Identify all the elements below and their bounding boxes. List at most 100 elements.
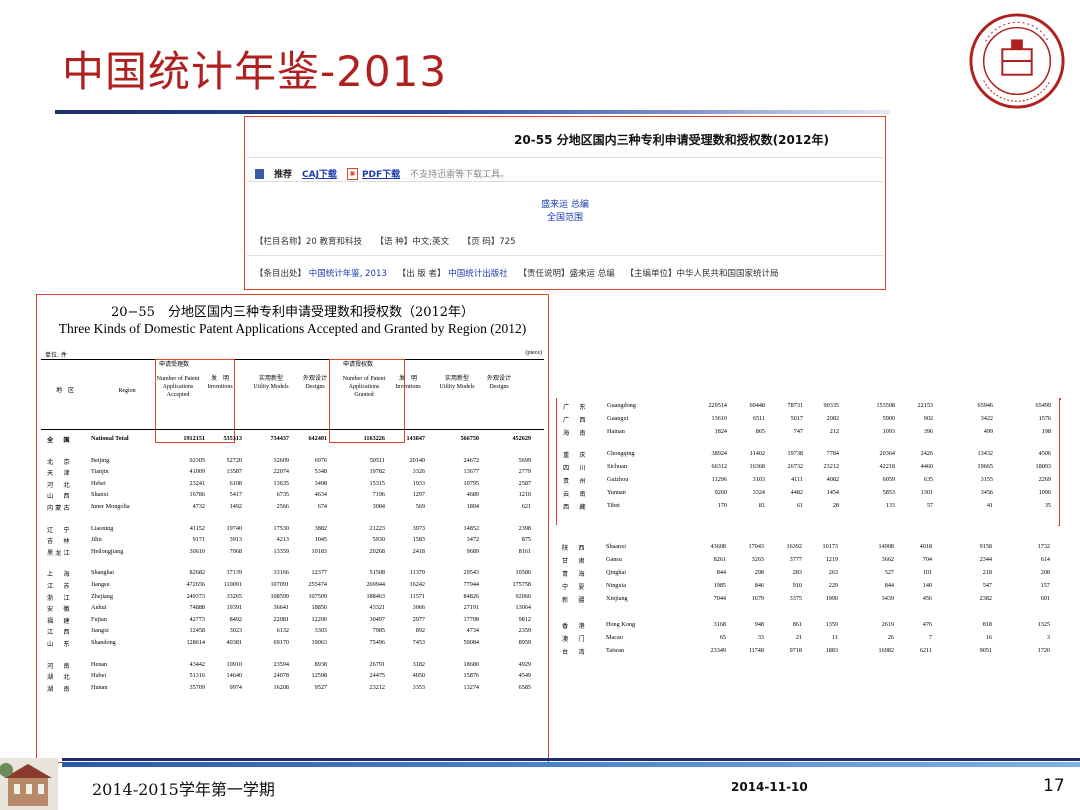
table-cell: 19063 — [311, 639, 327, 646]
region-en: Fujian — [91, 615, 107, 623]
scope-text[interactable]: 全国范围 — [245, 212, 885, 225]
region-en: Heilongjiang — [91, 547, 124, 555]
table-cell: 3456 — [980, 489, 993, 496]
table-row: 广 西 Guangxi 13610 6511 5017 2082 5900 902 3422 15… — [557, 415, 1059, 426]
table-cell: 635 — [923, 476, 933, 483]
region-en: Guangxi — [607, 415, 629, 422]
highlight-box-granted — [329, 359, 405, 443]
table-cell: 3326 — [412, 468, 425, 476]
table-cell: 3353 — [412, 683, 425, 691]
table-cell: 11 — [832, 634, 838, 641]
table-cell: 3472 — [466, 536, 479, 544]
region-en: Sichuan — [607, 463, 627, 470]
table-cell: 875 — [521, 536, 531, 544]
campus-photo-icon — [0, 758, 58, 810]
region-cn: 内蒙古 — [47, 505, 72, 512]
region-cn: 西 藏 — [563, 504, 588, 511]
table-cell: 4050 — [412, 672, 425, 680]
region-en: Hainan — [607, 428, 625, 435]
region-cn: 澳 门 — [562, 636, 587, 643]
table-cell: 16242 — [409, 581, 425, 588]
table-cell: 1583 — [412, 536, 425, 544]
patent-table-scan: 20−55 分地区国内三种专利申请受理数和授权数（2012年） Three Ki… — [36, 294, 549, 763]
table-cell: 10183 — [311, 547, 327, 555]
region-cn: 重 庆 — [563, 452, 588, 459]
table-cell: 2587 — [518, 479, 531, 487]
table-cell: 1096 — [1038, 489, 1051, 496]
table-cell: 3913 — [229, 536, 242, 544]
unit-label-en: (piece) — [525, 350, 542, 356]
meta-column: 【栏目名称】20 教育和科技 — [255, 237, 363, 247]
table-cell: 9527 — [314, 683, 327, 691]
table-cell: 101 — [922, 569, 932, 576]
table-cell: 547 — [982, 582, 992, 589]
region-cn: 海 南 — [563, 430, 588, 437]
region-cn: 北 京 — [47, 458, 72, 466]
meta-source-link[interactable]: 中国统计年鉴, 2013 — [309, 269, 387, 279]
table-cell: 456 — [922, 595, 932, 602]
table-cell: 3422 — [980, 415, 993, 422]
table-cell: 3023 — [229, 627, 242, 635]
meta-responsibility: 【责任说明】盛来运 总编 — [518, 269, 615, 279]
divider — [247, 255, 883, 256]
table-row: 江 苏 Jiangsu 472656 110091 107091 255474 269944… — [37, 581, 548, 592]
table-cell: 1297 — [412, 491, 425, 499]
region-cn: 新 疆 — [562, 597, 587, 604]
region-en: Taiwan — [606, 647, 625, 654]
region-cn: 江 西 — [47, 629, 72, 637]
table-cell: 2779 — [518, 468, 531, 476]
hdr-designs: 外观设计 Designs — [302, 376, 327, 390]
cnki-entry-panel: 20-55 分地区国内三种专利申请受理数和授权数(2012年) 推荐 CAJ下载… — [244, 116, 886, 290]
table-cell: 452629 — [512, 435, 531, 442]
author-name[interactable]: 盛来运 总编 — [245, 199, 885, 212]
table-row: 湖 南 Hunan 35709 9974 16208 9527 23212 3353 13274… — [37, 684, 548, 695]
footer-term: 2014-2015学年第一学期 — [92, 780, 275, 799]
region-cn: 辽 宁 — [47, 526, 72, 534]
table-cell: 4929 — [518, 660, 531, 668]
table-cell: 90335 — [823, 402, 839, 409]
region-en: Liaoning — [91, 524, 114, 532]
table-cell: 396 — [923, 428, 933, 435]
region-en: Ningxia — [606, 582, 626, 589]
table-row: 吉 林 Jilin 9171 3913 4213 1045 5930 1583 3472 875 — [37, 536, 548, 547]
table-cell: 3882 — [314, 524, 327, 532]
table-title-cn: 20−55 分地区国内三种专利申请受理数和授权数（2012年） — [110, 305, 475, 320]
pdf-download-link[interactable]: PDF下载 — [362, 167, 400, 180]
table-row: 福 建 Fujian 42773 8492 22081 12200 30497 2977 177… — [37, 616, 548, 627]
table-row: 山 东 Shandong 128614 40381 69170 19063 75496 745… — [37, 639, 548, 650]
divider — [247, 157, 883, 158]
table-cell: 566750 — [460, 435, 479, 442]
region-en: Anhui — [91, 604, 107, 612]
table-cell: 40381 — [226, 639, 242, 646]
meta-page: 【页 码】725 — [462, 237, 516, 247]
region-en: Jilin — [91, 536, 102, 544]
footer-rule-gradient — [62, 762, 1080, 767]
table-row: 浙 江 Zhejiang 249373 33265 108599 107509 188463… — [37, 593, 548, 604]
table-row: 河 南 Henan 43442 10910 23594 8938 26791 3182 1868… — [37, 661, 548, 672]
region-cn: 广 西 — [563, 417, 588, 424]
table-cell: 1720 — [1037, 647, 1050, 654]
table-cell: 1492 — [229, 503, 242, 510]
meta-publisher-link[interactable]: 中国统计出版社 — [448, 269, 508, 279]
table-row: 澳 门 Macao 65 33 21 11 26 7 16 3 — [556, 634, 1058, 645]
table-cell: 57 — [926, 502, 933, 509]
divider — [247, 181, 883, 182]
table-cell: 16 — [985, 634, 992, 641]
table-cell: 818 — [982, 621, 992, 628]
region-cn: 江 苏 — [47, 583, 72, 590]
meta-publisher-label: 【出 版 者】 — [397, 269, 446, 279]
table-cell: 13587 — [226, 468, 242, 476]
table-row: 河 北 Hebei 23241 6108 13635 3498 15315 1933 10795… — [37, 480, 548, 491]
caj-download-link[interactable]: CAJ下载 — [302, 167, 337, 180]
table-cell: 2977 — [412, 615, 425, 623]
table-cell: 8938 — [314, 660, 327, 668]
table-cell: 902 — [923, 415, 933, 422]
table-cell: 41 — [986, 502, 993, 509]
table-row: 江 西 Jiangxi 12458 3023 6132 3303 7985 892 4734 23… — [37, 627, 548, 638]
table-row: 黑龙江 Heilongjiang 30610 7068 13359 10183 20268 2… — [37, 548, 548, 559]
download-bar: 推荐 CAJ下载 ▣ PDF下载 不支持迅雷等下载工具。 — [255, 167, 509, 180]
table-cell: 4689 — [466, 491, 479, 499]
meta-lang: 【语 种】中文;英文 — [375, 237, 450, 247]
table-row: 广 东 Guangdong 229514 60448 78731 90335 153598 2… — [557, 402, 1059, 413]
table-row: 新 疆 Xinjiang 7044 1679 3375 1990 3439 456 2382 60… — [556, 595, 1058, 606]
